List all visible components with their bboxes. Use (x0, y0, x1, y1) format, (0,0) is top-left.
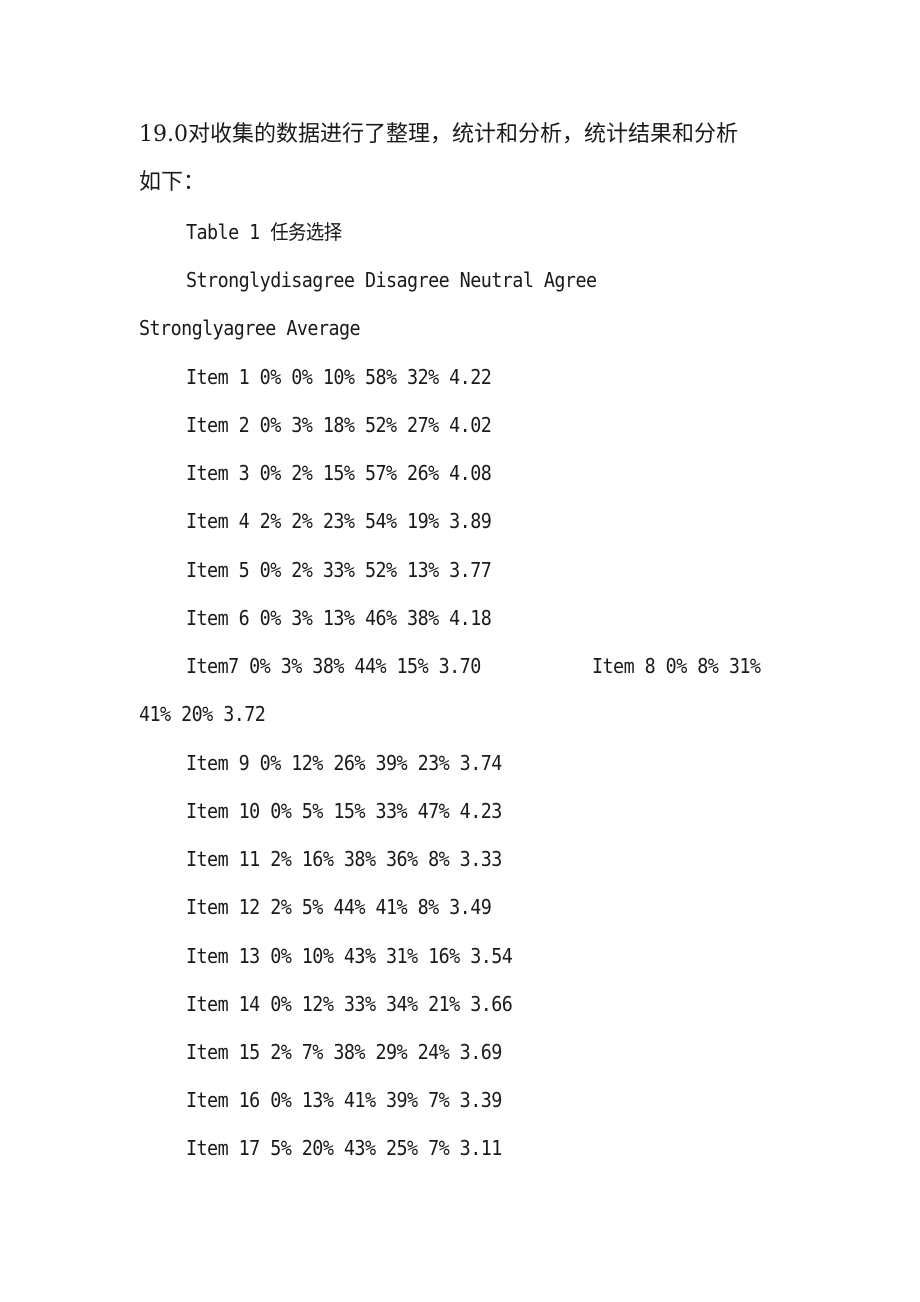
table-row-item-8-part-1: Item 8 0% 8% 31% (592, 654, 761, 678)
table-row-item-11: Item 11 2% 16% 38% 36% 8% 3.33 (186, 847, 502, 871)
table-row-item-14: Item 14 0% 12% 33% 34% 21% 3.66 (186, 992, 513, 1016)
table-row-item-4: Item 4 2% 2% 23% 54% 19% 3.89 (186, 509, 492, 533)
intro-paragraph-line-2: 如下： (139, 170, 206, 195)
table-row-item-16: Item 16 0% 13% 41% 39% 7% 3.39 (186, 1088, 502, 1112)
table-header-line-1: Stronglydisagree Disagree Neutral Agree (186, 268, 597, 292)
table-row-item-3: Item 3 0% 2% 15% 57% 26% 4.08 (186, 461, 492, 485)
table-row-item-8-part-2: 41% 20% 3.72 (139, 702, 266, 726)
table-row-item-10: Item 10 0% 5% 15% 33% 47% 4.23 (186, 799, 502, 823)
table-title-text: Table 1 任务选择 (186, 220, 342, 244)
document-page: 19.0对收集的数据进行了整理，统计和分析，统计结果和分析 如下： Table … (0, 0, 920, 1302)
table-header-line-2: Stronglyagree Average (139, 316, 361, 340)
table-row-item-9: Item 9 0% 12% 26% 39% 23% 3.74 (186, 751, 502, 775)
table-row-item-12: Item 12 2% 5% 44% 41% 8% 3.49 (186, 895, 492, 919)
table-row-item-1: Item 1 0% 0% 10% 58% 32% 4.22 (186, 365, 492, 389)
table-title: Table 1 任务选择 (186, 219, 342, 245)
table-row-item-5: Item 5 0% 2% 33% 52% 13% 3.77 (186, 558, 492, 582)
intro-paragraph-line-1: 19.0对收集的数据进行了整理，统计和分析，统计结果和分析 (139, 122, 738, 147)
table-row-item-6: Item 6 0% 3% 13% 46% 38% 4.18 (186, 606, 492, 630)
table-row-item-15: Item 15 2% 7% 38% 29% 24% 3.69 (186, 1040, 502, 1064)
table-row-item-13: Item 13 0% 10% 43% 31% 16% 3.54 (186, 944, 513, 968)
table-row-item-17: Item 17 5% 20% 43% 25% 7% 3.11 (186, 1136, 502, 1160)
table-row-item-2: Item 2 0% 3% 18% 52% 27% 4.02 (186, 413, 492, 437)
table-row-item-7: Item7 0% 3% 38% 44% 15% 3.70 (186, 654, 481, 678)
